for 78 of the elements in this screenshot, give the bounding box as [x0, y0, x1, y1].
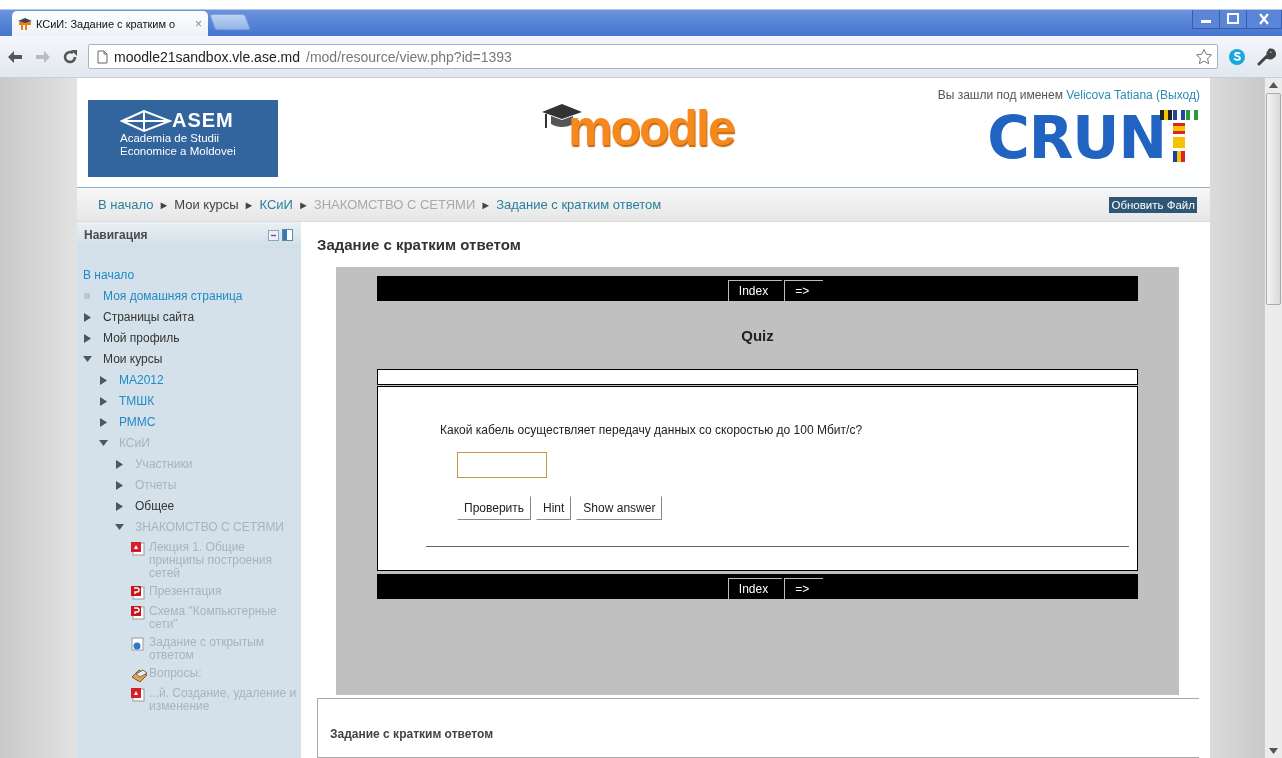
moodle-favicon-icon [18, 17, 32, 30]
nav-button[interactable]: => [784, 280, 824, 301]
tab-close-button[interactable]: × [195, 16, 202, 31]
address-bar[interactable]: moodle21sandbox.vle.ase.md /mod/resource/view.php?id=1393 [88, 44, 1218, 69]
nav-button[interactable]: Index [727, 280, 783, 301]
bullet-icon [83, 292, 92, 301]
reload-icon[interactable] [62, 48, 78, 65]
user-link[interactable]: Velicova Tatiana [1066, 88, 1153, 102]
nav-item[interactable]: РММС [119, 415, 156, 430]
moodle-logo: moodle [567, 100, 734, 156]
quiz-button[interactable]: Hint [536, 496, 572, 520]
scroll-down-icon[interactable] [1269, 748, 1278, 754]
question-text: Какой кабель осуществляет передачу данных со скоростью до 100 Мбит/с? [440, 423, 864, 437]
logo-subtitle: Academia de Studii [120, 132, 221, 145]
dock-icon[interactable] [282, 229, 293, 241]
expand-triangle-icon[interactable] [83, 313, 92, 322]
quiz-icon [131, 668, 149, 682]
nav-item[interactable]: Страницы сайта [103, 310, 195, 325]
breadcrumb-separator: ► [158, 198, 170, 211]
quiz-title: Quiz [740, 327, 775, 344]
breadcrumb-separator: ► [243, 198, 255, 211]
scroll-up-icon[interactable] [1269, 82, 1278, 88]
nav-item[interactable]: MA2012 [119, 373, 164, 388]
breadcrumb-link[interactable]: Задание с кратким ответом [496, 197, 662, 212]
section-heading: Задание с кратким ответом [330, 727, 493, 741]
minimize-icon[interactable] [1193, 10, 1219, 28]
breadcrumb-link[interactable]: Мои курсы [174, 197, 239, 212]
nav-button[interactable]: => [784, 578, 824, 599]
answer-field[interactable] [457, 452, 547, 478]
breadcrumb-link[interactable]: В начало [98, 197, 154, 212]
login-info: Вы зашли под именем Velicova Tatiana (Выход) [937, 88, 1200, 102]
block-title: Навигация [84, 228, 149, 242]
browser-tab[interactable]: КСиИ: Задание с кратким о × [12, 11, 208, 36]
expand-triangle-icon[interactable] [99, 376, 108, 385]
collapse-triangle-icon[interactable] [83, 355, 92, 364]
nav-item[interactable]: Мои курсы [103, 352, 163, 367]
nav-item[interactable]: ТМШК [119, 394, 155, 409]
pdf-file-icon [131, 542, 145, 556]
maximize-icon[interactable] [1219, 10, 1246, 28]
expand-triangle-icon[interactable] [99, 418, 108, 427]
logo-text: ASEM [172, 109, 234, 132]
nav-item[interactable]: Общее [135, 499, 175, 514]
logo-subtitle: Economice a Moldovei [120, 145, 237, 158]
expand-triangle-icon[interactable] [115, 481, 124, 490]
presentation-file-icon [131, 606, 145, 620]
breadcrumb-link[interactable]: КСиИ [259, 197, 293, 212]
expand-triangle-icon[interactable] [99, 397, 108, 406]
page-icon [97, 49, 108, 64]
nav-item[interactable]: Моя домашняя страница [103, 289, 243, 304]
expand-triangle-icon[interactable] [83, 334, 92, 343]
expand-triangle-icon[interactable] [115, 502, 124, 511]
expand-triangle-icon[interactable] [115, 460, 124, 469]
new-tab-button[interactable] [209, 14, 251, 30]
diamond-logo-icon [120, 109, 172, 132]
star-icon[interactable] [1195, 47, 1213, 66]
breadcrumb-separator: ► [297, 198, 309, 211]
quiz-button[interactable]: Проверить [457, 496, 531, 520]
logout-link[interactable]: (Выход) [1156, 88, 1200, 102]
document-icon [131, 637, 145, 651]
close-icon[interactable] [1246, 10, 1281, 28]
scrollbar-thumb[interactable] [1266, 93, 1281, 305]
breadcrumb-link[interactable]: ЗНАКОМСТВО С СЕТЯМИ [313, 197, 476, 212]
collapse-triangle-icon[interactable] [99, 439, 108, 448]
nav-item[interactable]: Мой профиль [103, 331, 180, 346]
crun-logo: CRUN [987, 110, 1166, 166]
quiz-button[interactable]: Show answer [576, 496, 663, 520]
skype-icon[interactable] [1228, 47, 1246, 66]
wrench-icon[interactable] [1256, 46, 1276, 67]
presentation-file-icon [131, 586, 145, 600]
pdf-file-icon [131, 688, 145, 702]
flags-icon [1160, 110, 1198, 162]
nav-item[interactable]: В начало [83, 268, 135, 283]
collapse-icon[interactable] [268, 229, 279, 241]
nav-button[interactable]: Index [727, 578, 783, 599]
page-title: Задание с кратким ответом [317, 236, 522, 253]
update-file-button[interactable]: Обновить Файл [1109, 196, 1197, 213]
breadcrumb-separator: ► [480, 198, 492, 211]
collapse-triangle-icon[interactable] [115, 523, 124, 532]
